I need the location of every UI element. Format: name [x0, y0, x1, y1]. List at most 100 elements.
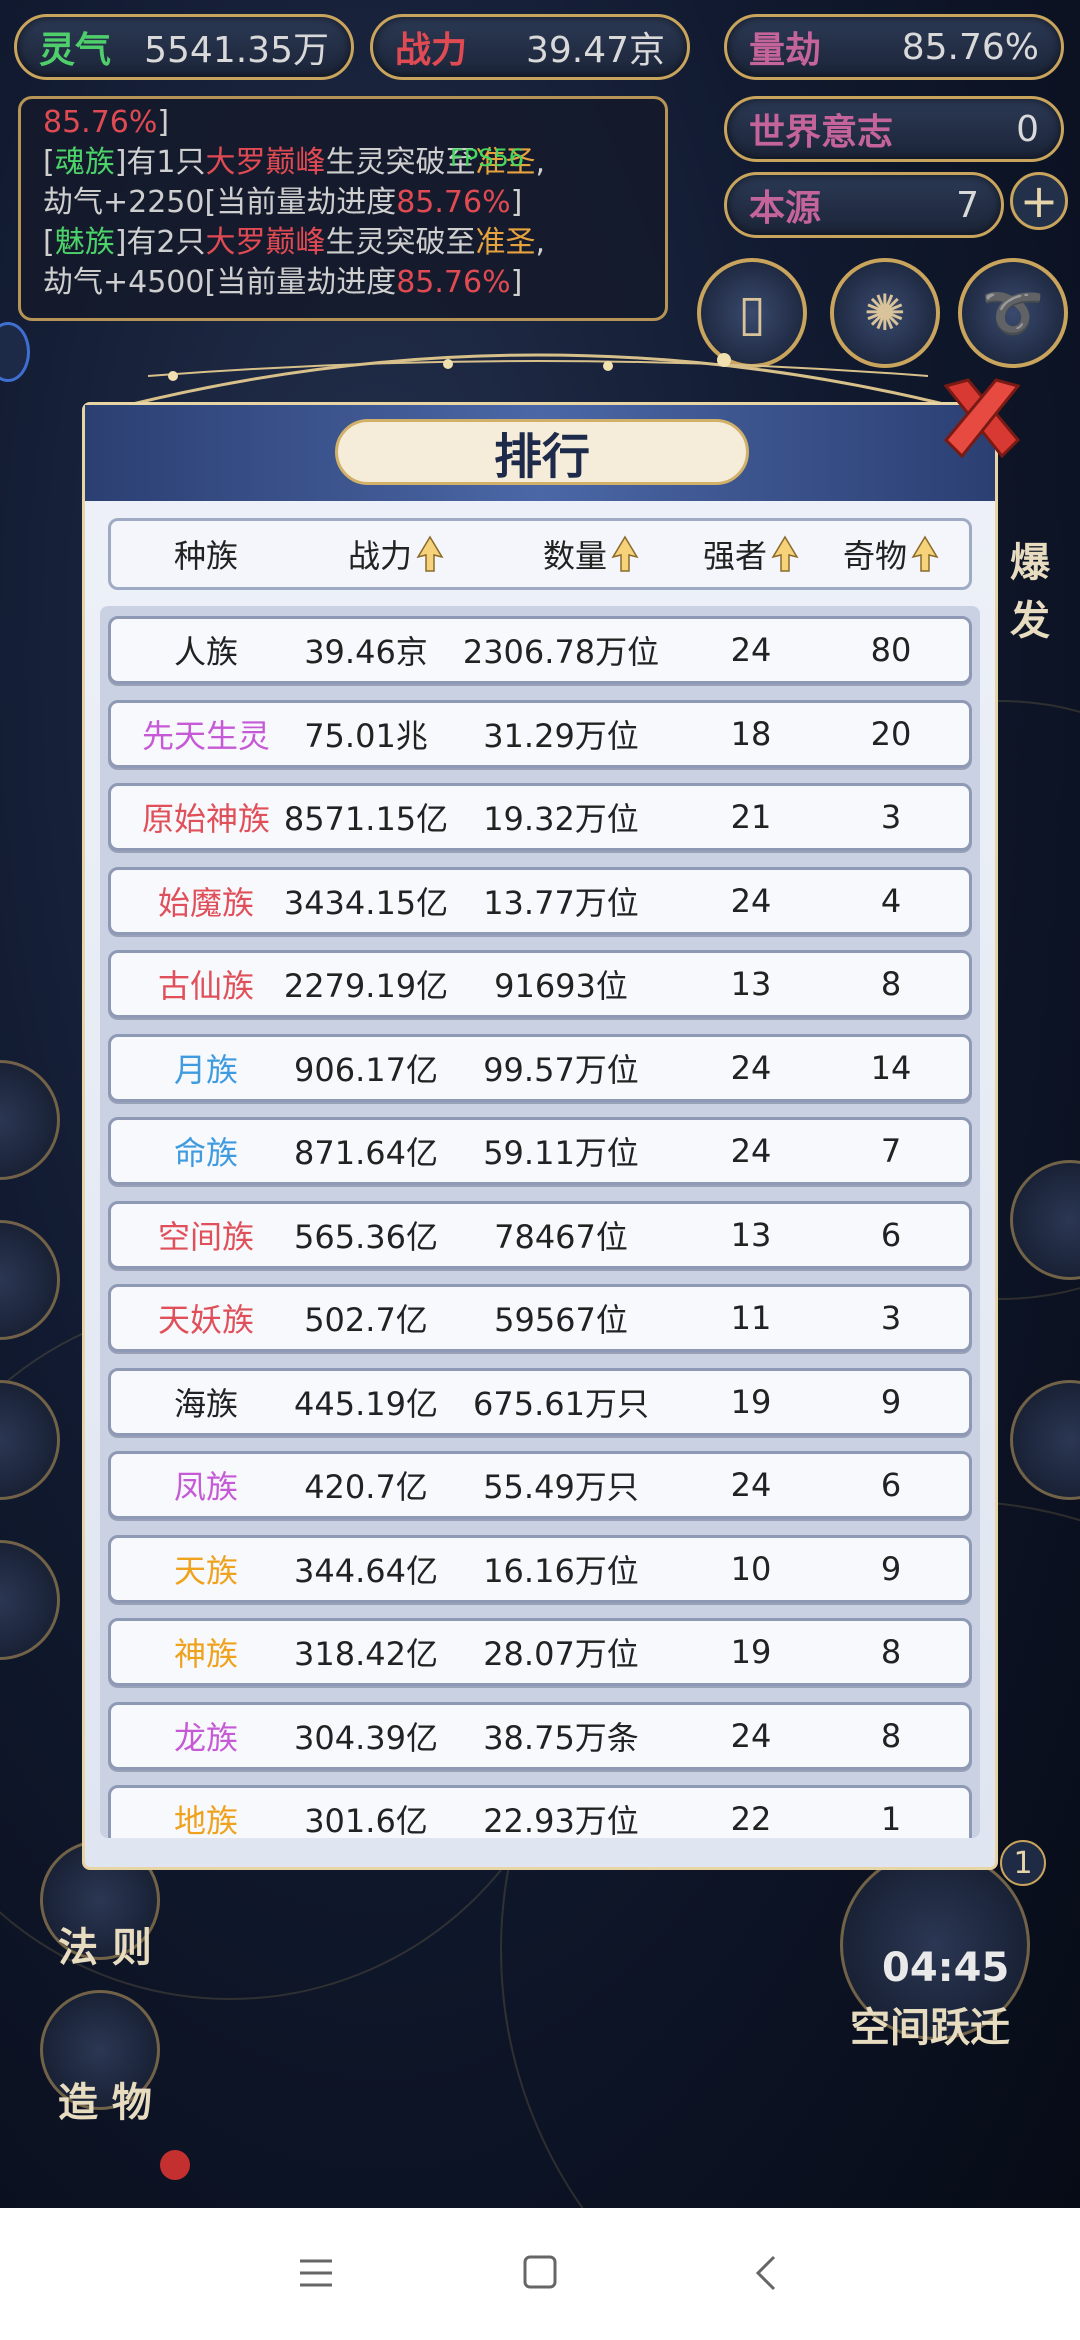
cell-strong: 13: [730, 1215, 772, 1254]
sort-power-button[interactable]: 战力: [301, 521, 491, 587]
fps-counter: FPS56: [450, 144, 525, 172]
sort-arrow-icon: [911, 535, 939, 572]
cell-items: 9: [880, 1382, 902, 1421]
log-line: 85.76%]: [43, 105, 170, 140]
log-line: [魂族]有1只大罗巅峰生灵突破至准圣,: [43, 145, 546, 180]
system-nav-bar: [0, 2208, 1080, 2340]
table-row[interactable]: 始魔族 3434.15亿 13.77万位 24 4: [108, 866, 972, 935]
sort-count-button[interactable]: 数量: [491, 521, 691, 587]
sort-strong-button[interactable]: 强者: [691, 521, 811, 587]
event-log: 85.76%] [魂族]有1只大罗巅峰生灵突破至准圣, 劫气+2250[当前量劫…: [18, 96, 668, 321]
cell-count: 55.49万只: [483, 1468, 639, 1506]
cell-count: 78467位: [494, 1217, 628, 1256]
add-benyuan-button[interactable]: +: [1010, 172, 1068, 230]
col-race: 种族: [173, 537, 238, 575]
table-row[interactable]: 人族 39.46京 2306.78万位 24 80: [108, 616, 972, 684]
cell-strong: 24: [730, 881, 772, 920]
close-button[interactable]: [932, 366, 1032, 466]
table-row[interactable]: 神族 318.42亿 28.07万位 19 8: [108, 1618, 972, 1686]
cell-strong: 19: [730, 1633, 772, 1671]
cell-items: 8: [880, 1633, 902, 1671]
shijie-stat[interactable]: 世界意志 0: [724, 96, 1064, 162]
fa-label: 法 则: [58, 1925, 152, 1971]
log-line: 劫气+4500[当前量劫进度85.76%]: [43, 265, 523, 300]
cell-count: 19.32万位: [483, 800, 639, 838]
table-row[interactable]: 天妖族 502.7亿 59567位 11 3: [108, 1284, 972, 1352]
liangjie-label: 量劫: [749, 30, 822, 71]
table-row[interactable]: 凤族 420.7亿 55.49万只 24 6: [108, 1451, 972, 1519]
cell-count: 99.57万位: [483, 1050, 639, 1089]
table-row[interactable]: 海族 445.19亿 675.61万只 19 9: [108, 1367, 972, 1436]
side-button[interactable]: [0, 1220, 60, 1340]
table-row[interactable]: 月族 906.17亿 99.57万位 24 14: [108, 1033, 972, 1102]
cell-count: 2306.78万位: [462, 633, 660, 671]
card-icon: ▯: [738, 284, 766, 342]
table-row[interactable]: 地族 301.6亿 22.93万位 22 1: [108, 1785, 972, 1838]
modal-header: 排行: [85, 405, 995, 501]
cell-count: 22.93万位: [483, 1802, 639, 1838]
badge-count: 1: [1000, 1840, 1046, 1886]
table-row[interactable]: 龙族 304.39亿 38.75万条 24 8: [108, 1701, 972, 1770]
sort-arrow-icon: [416, 535, 444, 572]
cell-strong: 24: [730, 1466, 772, 1504]
cell-items: 3: [880, 798, 902, 836]
table-row[interactable]: 命族 871.64亿 59.11万位 24 7: [108, 1117, 972, 1185]
cell-items: 6: [880, 1466, 902, 1504]
cell-count: 59567位: [494, 1301, 628, 1339]
cell-count: 91693位: [494, 967, 628, 1005]
cell-items: 20: [870, 714, 912, 753]
cell-strong: 13: [730, 965, 772, 1003]
lingqi-stat[interactable]: 灵气 5541.35万: [14, 14, 354, 80]
menu-icon[interactable]: [298, 2256, 334, 2290]
log-line: 劫气+2250[当前量劫进度85.76%]: [43, 185, 523, 220]
cell-items: 3: [880, 1299, 902, 1337]
cell-items: 14: [870, 1048, 912, 1087]
cell-items: 8: [880, 965, 902, 1003]
sort-items-button[interactable]: 奇物: [811, 521, 971, 587]
cell-strong: 24: [730, 1132, 772, 1170]
shijie-value: 0: [1016, 108, 1039, 150]
space-leap-label: 空间跃迁: [850, 2005, 1010, 2051]
cell-count: 16.16万位: [483, 1551, 639, 1590]
table-row[interactable]: 空间族 565.36亿 78467位 13 6: [108, 1200, 972, 1269]
cell-count: 59.11万位: [483, 1134, 639, 1172]
cell-strong: 22: [730, 1800, 772, 1838]
cell-strong: 24: [730, 1716, 772, 1755]
ranking-list[interactable]: 人族 39.46京 2306.78万位 24 80 先天生灵 75.01兆 31.29万位 18…: [100, 606, 980, 1838]
cell-items: 4: [880, 881, 902, 920]
cell-strong: 11: [730, 1299, 772, 1337]
cell-strong: 19: [730, 1382, 772, 1421]
table-row[interactable]: 古仙族 2279.19亿 91693位 13 8: [108, 950, 972, 1018]
table-row[interactable]: 天族 344.64亿 16.16万位 10 9: [108, 1534, 972, 1603]
sort-arrow-icon: [771, 535, 799, 572]
modal-title: 排行: [335, 419, 749, 485]
cell-items: 6: [880, 1215, 902, 1254]
cell-count: 13.77万位: [483, 883, 639, 922]
cell-items: 80: [870, 631, 912, 669]
cell-count: 31.29万位: [483, 716, 639, 755]
benyuan-stat[interactable]: 本源 7: [724, 172, 1004, 238]
table-header: 种族 战力 数量 强者 奇物: [108, 518, 972, 590]
leap-timer: 04:45: [882, 1945, 1010, 1991]
cell-strong: 24: [730, 631, 772, 669]
back-icon[interactable]: [752, 2254, 782, 2292]
close-icon: [943, 378, 1021, 459]
swirl-icon: ✺: [864, 284, 906, 342]
shijie-label: 世界意志: [749, 112, 894, 153]
side-button[interactable]: [0, 1060, 60, 1180]
table-row[interactable]: 原始神族 8571.15亿 19.32万位 21 3: [108, 783, 972, 851]
cell-count: 675.61万只: [473, 1384, 649, 1423]
avatar-edge[interactable]: [0, 322, 30, 382]
side-button[interactable]: [1010, 1380, 1080, 1500]
home-square-icon[interactable]: [522, 2254, 558, 2290]
lingqi-value: 5541.35万: [144, 30, 329, 71]
lingqi-label: 灵气: [39, 30, 112, 71]
table-row[interactable]: 先天生灵 75.01兆 31.29万位 18 20: [108, 699, 972, 768]
liangjie-stat[interactable]: 量劫 85.76%: [724, 14, 1064, 80]
scroll-icon: ➰: [981, 283, 1045, 342]
zhanli-stat[interactable]: 战力 39.47京: [370, 14, 690, 80]
zhanli-label: 战力: [395, 30, 468, 71]
cell-strong: 21: [730, 798, 772, 836]
zao-label: 造 物: [58, 2080, 152, 2126]
cell-items: 1: [880, 1800, 902, 1838]
